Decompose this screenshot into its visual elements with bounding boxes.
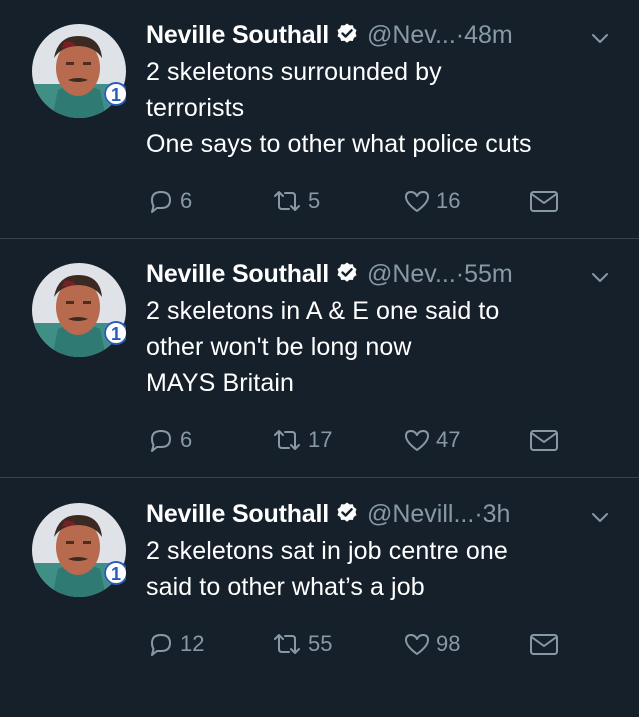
retweet-icon	[270, 629, 304, 659]
user-handle[interactable]: @Nev...	[367, 21, 456, 49]
retweet-button[interactable]: 5	[270, 184, 320, 218]
tweet-text-line: terrorists	[146, 94, 245, 122]
tweet-divider	[0, 477, 639, 478]
avatar[interactable]: 1	[32, 263, 126, 357]
tweet-text: 2 skeletons in A & E one said to other w…	[146, 293, 626, 401]
tweet-actions: 12 55 98	[146, 627, 626, 661]
avatar-image: 1	[32, 503, 126, 597]
tweet-text-line: One says to other what police cuts	[146, 130, 532, 158]
tweet-text: 2 skeletons sat in job centre one said t…	[146, 533, 626, 605]
reply-button[interactable]: 6	[146, 184, 192, 218]
reply-count: 6	[180, 427, 193, 452]
tweet-timeline: 1 Neville Southall @Nev...·48m 2 skeleton…	[0, 0, 639, 683]
tweet[interactable]: 1 Neville Southall @Nev...·55m 2 skeleton…	[0, 239, 639, 477]
tweet-text-line: 2 skeletons in A & E one said to	[146, 297, 500, 325]
verified-badge-icon	[335, 260, 359, 294]
tweet-header: Neville Southall @Nev...·48m	[146, 18, 626, 52]
avatar-badge: 1	[111, 324, 121, 344]
envelope-icon	[528, 186, 560, 216]
like-count: 16	[436, 188, 461, 213]
timestamp[interactable]: 48m	[464, 21, 513, 49]
avatar[interactable]: 1	[32, 24, 126, 118]
tweet[interactable]: 1 Neville Southall @Nev...·48m 2 skeleton…	[0, 0, 639, 238]
tweet-text-line: MAYS Britain	[146, 369, 295, 397]
tweet-actions: 6 17 47	[146, 423, 626, 457]
verified-badge-icon	[335, 500, 359, 534]
tweet-text: 2 skeletons surrounded by terrorists One…	[146, 54, 626, 162]
avatar-badge: 1	[111, 564, 121, 584]
retweet-button[interactable]: 55	[270, 627, 332, 661]
separator-dot: ·	[455, 21, 465, 49]
user-handle[interactable]: @Nevill...	[367, 500, 474, 528]
tweet-header: Neville Southall @Nevill...·3h	[146, 497, 626, 531]
tweet-text-line: other won't be long now	[146, 333, 412, 361]
envelope-icon	[528, 425, 560, 455]
reply-button[interactable]: 12	[146, 627, 204, 661]
heart-icon	[402, 425, 432, 455]
chevron-down-icon[interactable]	[588, 25, 612, 49]
chevron-down-icon[interactable]	[588, 264, 612, 288]
verified-badge-icon	[335, 21, 359, 55]
avatar-badge: 1	[111, 85, 121, 105]
heart-icon	[402, 186, 432, 216]
retweet-icon	[270, 186, 304, 216]
tweet-text-line: said to other what’s a job	[146, 573, 425, 601]
timestamp[interactable]: 55m	[464, 260, 513, 288]
separator-dot: ·	[474, 500, 483, 528]
reply-count: 12	[180, 631, 205, 656]
retweet-count: 17	[308, 427, 333, 452]
like-button[interactable]: 16	[402, 184, 460, 218]
like-count: 98	[436, 631, 461, 656]
envelope-icon	[528, 629, 560, 659]
reply-icon	[146, 629, 176, 659]
like-count: 47	[436, 427, 461, 452]
like-button[interactable]: 98	[402, 627, 460, 661]
retweet-button[interactable]: 17	[270, 423, 332, 457]
display-name[interactable]: Neville Southall	[146, 21, 329, 49]
tweet[interactable]: 1 Neville Southall @Nevill...·3h 2 skelet…	[0, 479, 639, 717]
reply-button[interactable]: 6	[146, 423, 192, 457]
reply-count: 6	[180, 188, 193, 213]
direct-message-button[interactable]	[528, 627, 560, 661]
retweet-count: 55	[308, 631, 333, 656]
chevron-down-icon[interactable]	[588, 504, 612, 528]
tweet-header: Neville Southall @Nev...·55m	[146, 257, 626, 291]
retweet-count: 5	[308, 188, 321, 213]
avatar-image: 1	[32, 24, 126, 118]
like-button[interactable]: 47	[402, 423, 460, 457]
retweet-icon	[270, 425, 304, 455]
direct-message-button[interactable]	[528, 184, 560, 218]
user-handle[interactable]: @Nev...	[367, 260, 456, 288]
separator-dot: ·	[455, 260, 465, 288]
tweet-text-line: 2 skeletons sat in job centre one	[146, 537, 508, 565]
display-name[interactable]: Neville Southall	[146, 500, 329, 528]
avatar[interactable]: 1	[32, 503, 126, 597]
avatar-image: 1	[32, 263, 126, 357]
reply-icon	[146, 186, 176, 216]
reply-icon	[146, 425, 176, 455]
timestamp[interactable]: 3h	[483, 500, 511, 528]
direct-message-button[interactable]	[528, 423, 560, 457]
tweet-actions: 6 5 16	[146, 184, 626, 218]
tweet-text-line: 2 skeletons surrounded by	[146, 58, 442, 86]
heart-icon	[402, 629, 432, 659]
display-name[interactable]: Neville Southall	[146, 260, 329, 288]
